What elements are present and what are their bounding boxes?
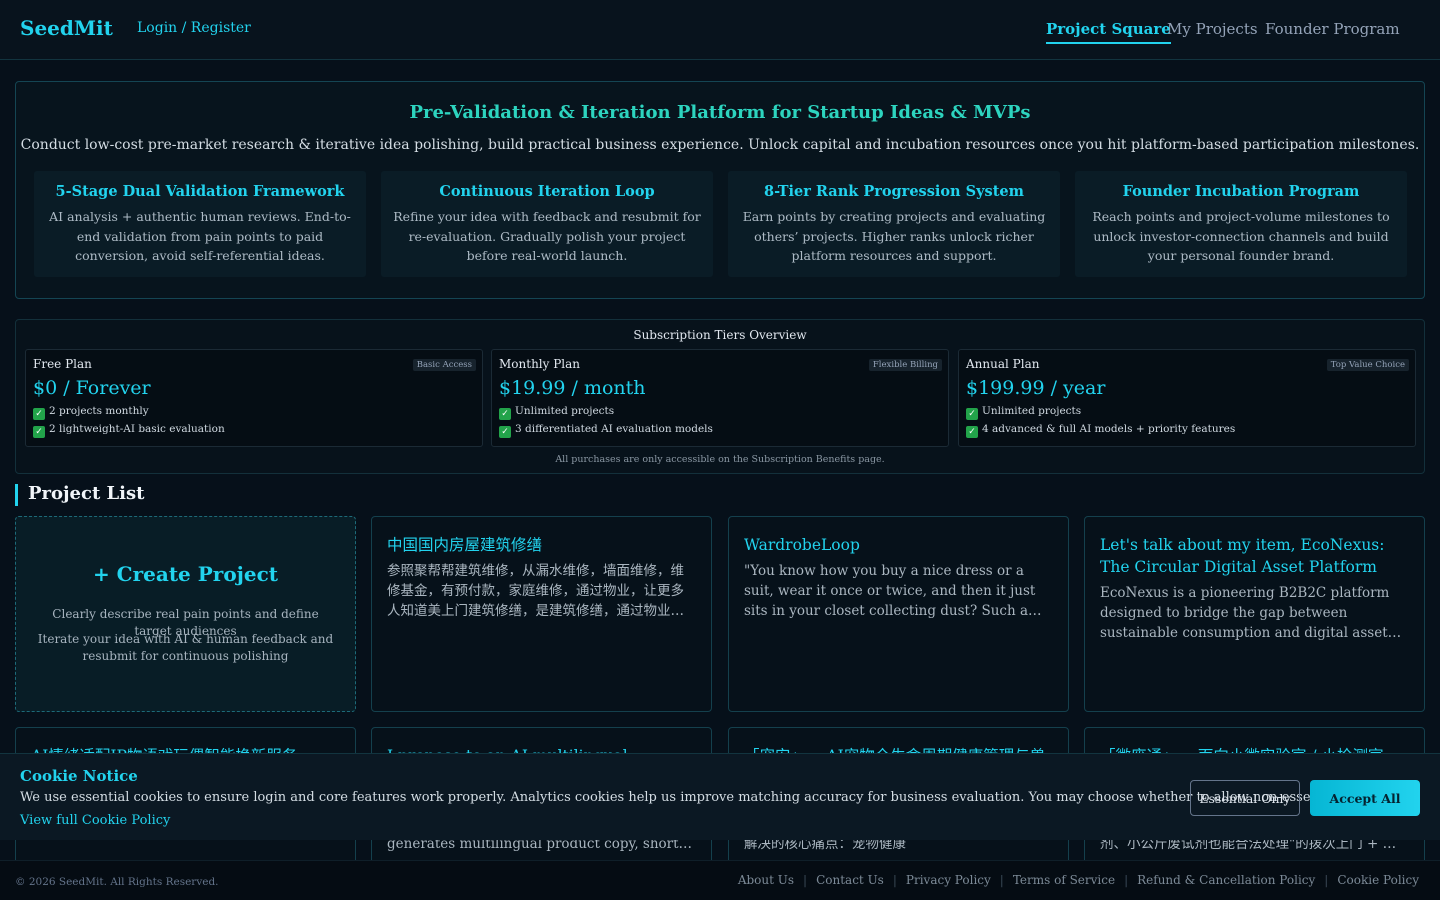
feature-title: Founder Incubation Program — [1122, 183, 1360, 200]
feature-card: Founder Incubation Program Reach points … — [1075, 171, 1407, 277]
project-card[interactable]: Let's talk about my item, EcoNexus: The … — [1084, 516, 1425, 712]
tier-feature: ✓ 4 advanced & full AI models + priority … — [966, 423, 1235, 438]
check-icon: ✓ — [966, 408, 978, 420]
accept-all-button[interactable]: Accept All — [1310, 780, 1420, 816]
divider: | — [1324, 873, 1329, 887]
section-accent-bar — [15, 484, 18, 506]
project-card[interactable]: 中国国内房屋建筑修缮 参照聚帮帮建筑维修，从漏水维修，墙面维修，维修基金，有预付… — [371, 516, 712, 712]
check-icon: ✓ — [499, 426, 511, 438]
tier-name: Monthly Plan — [499, 357, 581, 371]
cookie-policy-link[interactable]: View full Cookie Policy — [20, 813, 170, 828]
check-icon: ✓ — [33, 408, 45, 420]
footer-link-cookie[interactable]: Cookie Policy — [1337, 873, 1419, 887]
footer: © 2026 SeedMit. All Rights Reserved. Abo… — [0, 860, 1440, 900]
check-icon: ✓ — [499, 408, 511, 420]
essential-only-button[interactable]: Essential Only — [1190, 780, 1300, 816]
feature-card: 8-Tier Rank Progression System Earn poin… — [728, 171, 1060, 277]
feature-card: Continuous Iteration Loop Refine your id… — [381, 171, 713, 277]
hero-title: Pre-Validation & Iteration Platform for … — [409, 102, 1031, 123]
copyright: © 2026 SeedMit. All Rights Reserved. — [15, 876, 219, 888]
footer-link-privacy[interactable]: Privacy Policy — [906, 873, 991, 887]
tier-card-free: Free Plan Basic Access $0 / Forever ✓ 2 p… — [25, 349, 483, 447]
tier-price: $19.99 / month — [499, 377, 646, 399]
hero-subtitle: Conduct low-cost pre-market research & i… — [20, 137, 1420, 153]
nav-founder-program[interactable]: Founder Program — [1265, 20, 1400, 38]
project-desc: EcoNexus is a pioneering B2B2C platform … — [1100, 585, 1390, 641]
login-register-link[interactable]: Login / Register — [137, 20, 251, 36]
nav-my-projects[interactable]: My Projects — [1167, 20, 1258, 38]
create-project-card[interactable]: + Create Project Clearly describe real p… — [15, 516, 356, 712]
feature-title: 8-Tier Rank Progression System — [764, 183, 1024, 200]
footer-links: About Us | Contact Us | Privacy Policy | Terms… — [738, 873, 1419, 887]
nav-project-square[interactable]: Project Square — [1046, 20, 1171, 44]
footer-link-terms[interactable]: Terms of Service — [1013, 873, 1115, 887]
tier-badge: Basic Access — [412, 359, 476, 371]
footer-link-contact[interactable]: Contact Us — [816, 873, 884, 887]
footer-link-refund[interactable]: Refund & Cancellation Policy — [1137, 873, 1315, 887]
feature-title: Continuous Iteration Loop — [439, 183, 655, 200]
feature-desc: Refine your idea with feedback and resub… — [393, 209, 701, 263]
logo[interactable]: SeedMit — [20, 16, 113, 40]
tier-badge: Flexible Billing — [868, 359, 942, 371]
tier-name: Annual Plan — [966, 357, 1040, 371]
check-icon: ✓ — [966, 426, 978, 438]
feature-title: 5-Stage Dual Validation Framework — [55, 183, 345, 200]
cookie-banner: Cookie Notice We use essential cookies t… — [0, 753, 1440, 840]
tier-feature: ✓ Unlimited projects — [499, 405, 614, 420]
tier-price: $0 / Forever — [33, 377, 151, 399]
project-card[interactable]: WardrobeLoop "You know how you buy a nic… — [728, 516, 1069, 712]
project-list-title: Project List — [28, 483, 145, 504]
project-desc: 参照聚帮帮建筑维修，从漏水维修，墙面维修，维修基金，有预付款，家庭维修，通过物业… — [387, 563, 684, 619]
tier-feature: ✓ 2 lightweight-AI basic evaluation — [33, 423, 225, 438]
feature-desc: AI analysis + authentic human reviews. E… — [49, 209, 351, 263]
tiers-title: Subscription Tiers Overview — [633, 328, 807, 342]
tier-feature: ✓ Unlimited projects — [966, 405, 1081, 420]
feature-desc: Reach points and project-volume mileston… — [1092, 209, 1390, 263]
divider: | — [999, 873, 1004, 887]
project-title: WardrobeLoop — [744, 536, 860, 554]
subscription-tiers: Subscription Tiers Overview Free Plan Ba… — [15, 319, 1425, 474]
cookie-title: Cookie Notice — [20, 767, 138, 785]
footer-link-about[interactable]: About Us — [738, 873, 794, 887]
top-header: SeedMit Login / Register Project Square … — [0, 0, 1440, 60]
project-title: Let's talk about my item, EcoNexus: The … — [1100, 536, 1385, 576]
feature-desc: Earn points by creating projects and eva… — [742, 209, 1046, 263]
create-project-title: + Create Project — [92, 562, 279, 586]
hero-panel: Pre-Validation & Iteration Platform for … — [15, 81, 1425, 299]
project-desc: "You know how you buy a nice dress or a … — [744, 563, 1036, 619]
tier-card-annual: Annual Plan Top Value Choice $199.99 / y… — [958, 349, 1416, 447]
feature-card: 5-Stage Dual Validation Framework AI ana… — [34, 171, 366, 277]
tier-badge: Top Value Choice — [1326, 359, 1409, 371]
tier-card-monthly: Monthly Plan Flexible Billing $19.99 / m… — [491, 349, 949, 447]
divider: | — [1124, 873, 1129, 887]
divider: | — [803, 873, 808, 887]
tier-price: $199.99 / year — [966, 377, 1106, 399]
project-title: 中国国内房屋建筑修缮 — [387, 536, 543, 554]
tiers-note: All purchases are only accessible on the… — [555, 454, 885, 465]
tier-feature: ✓ 3 differentiated AI evaluation models — [499, 423, 713, 438]
check-icon: ✓ — [33, 426, 45, 438]
create-project-hint: Iterate your idea with AI & human feedba… — [37, 632, 334, 663]
tier-feature: ✓ 2 projects monthly — [33, 405, 149, 420]
divider: | — [892, 873, 897, 887]
tier-name: Free Plan — [33, 357, 92, 371]
